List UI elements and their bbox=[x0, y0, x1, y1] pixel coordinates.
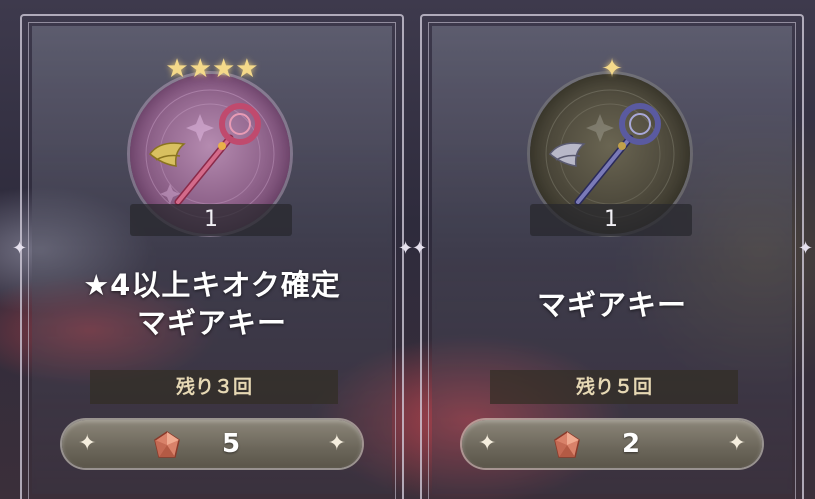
item-title-line2: マギアキー bbox=[136, 306, 287, 340]
frame-ornament-icon: ✦ bbox=[12, 238, 28, 259]
price-value: 2 bbox=[622, 429, 641, 459]
sparkle-icon: ✦ bbox=[478, 431, 497, 456]
gem-icon bbox=[554, 431, 580, 458]
purchase-button[interactable]: ✦ 2 ✦ bbox=[462, 420, 762, 468]
item-quantity: 1 bbox=[130, 204, 292, 236]
shop-item-card-star4-key[interactable]: ✦ ✦ ★★★★ 1 ★4以上キオク確定 マギアキー 残り３回 ✦ 5 ✦ bbox=[12, 14, 413, 499]
frame-ornament-icon: ✦ bbox=[798, 238, 814, 259]
gem-icon bbox=[154, 431, 180, 458]
item-title-line1: マギアキー bbox=[536, 288, 687, 322]
rarity-stars: ✦ bbox=[601, 54, 623, 84]
shop-item-card-magia-key[interactable]: ✦ ✦ ✦ 1 マギアキー 残り５回 ✦ 2 ✦ bbox=[412, 14, 813, 499]
item-title: ★4以上キオク確定 マギアキー bbox=[38, 266, 386, 342]
remaining-purchases: 残り３回 bbox=[90, 370, 338, 404]
item-title: マギアキー bbox=[438, 286, 786, 324]
item-quantity: 1 bbox=[530, 204, 692, 236]
purchase-button[interactable]: ✦ 5 ✦ bbox=[62, 420, 362, 468]
frame-ornament-icon: ✦ bbox=[412, 238, 428, 259]
sparkle-icon: ✦ bbox=[327, 431, 346, 456]
item-title-line1: ★4以上キオク確定 bbox=[83, 268, 341, 302]
sparkle-icon: ✦ bbox=[727, 431, 746, 456]
rarity-stars: ★★★★ bbox=[165, 54, 259, 84]
frame-ornament-icon: ✦ bbox=[398, 238, 414, 259]
sparkle-icon: ✦ bbox=[78, 431, 97, 456]
remaining-purchases: 残り５回 bbox=[490, 370, 738, 404]
price-value: 5 bbox=[222, 429, 241, 459]
